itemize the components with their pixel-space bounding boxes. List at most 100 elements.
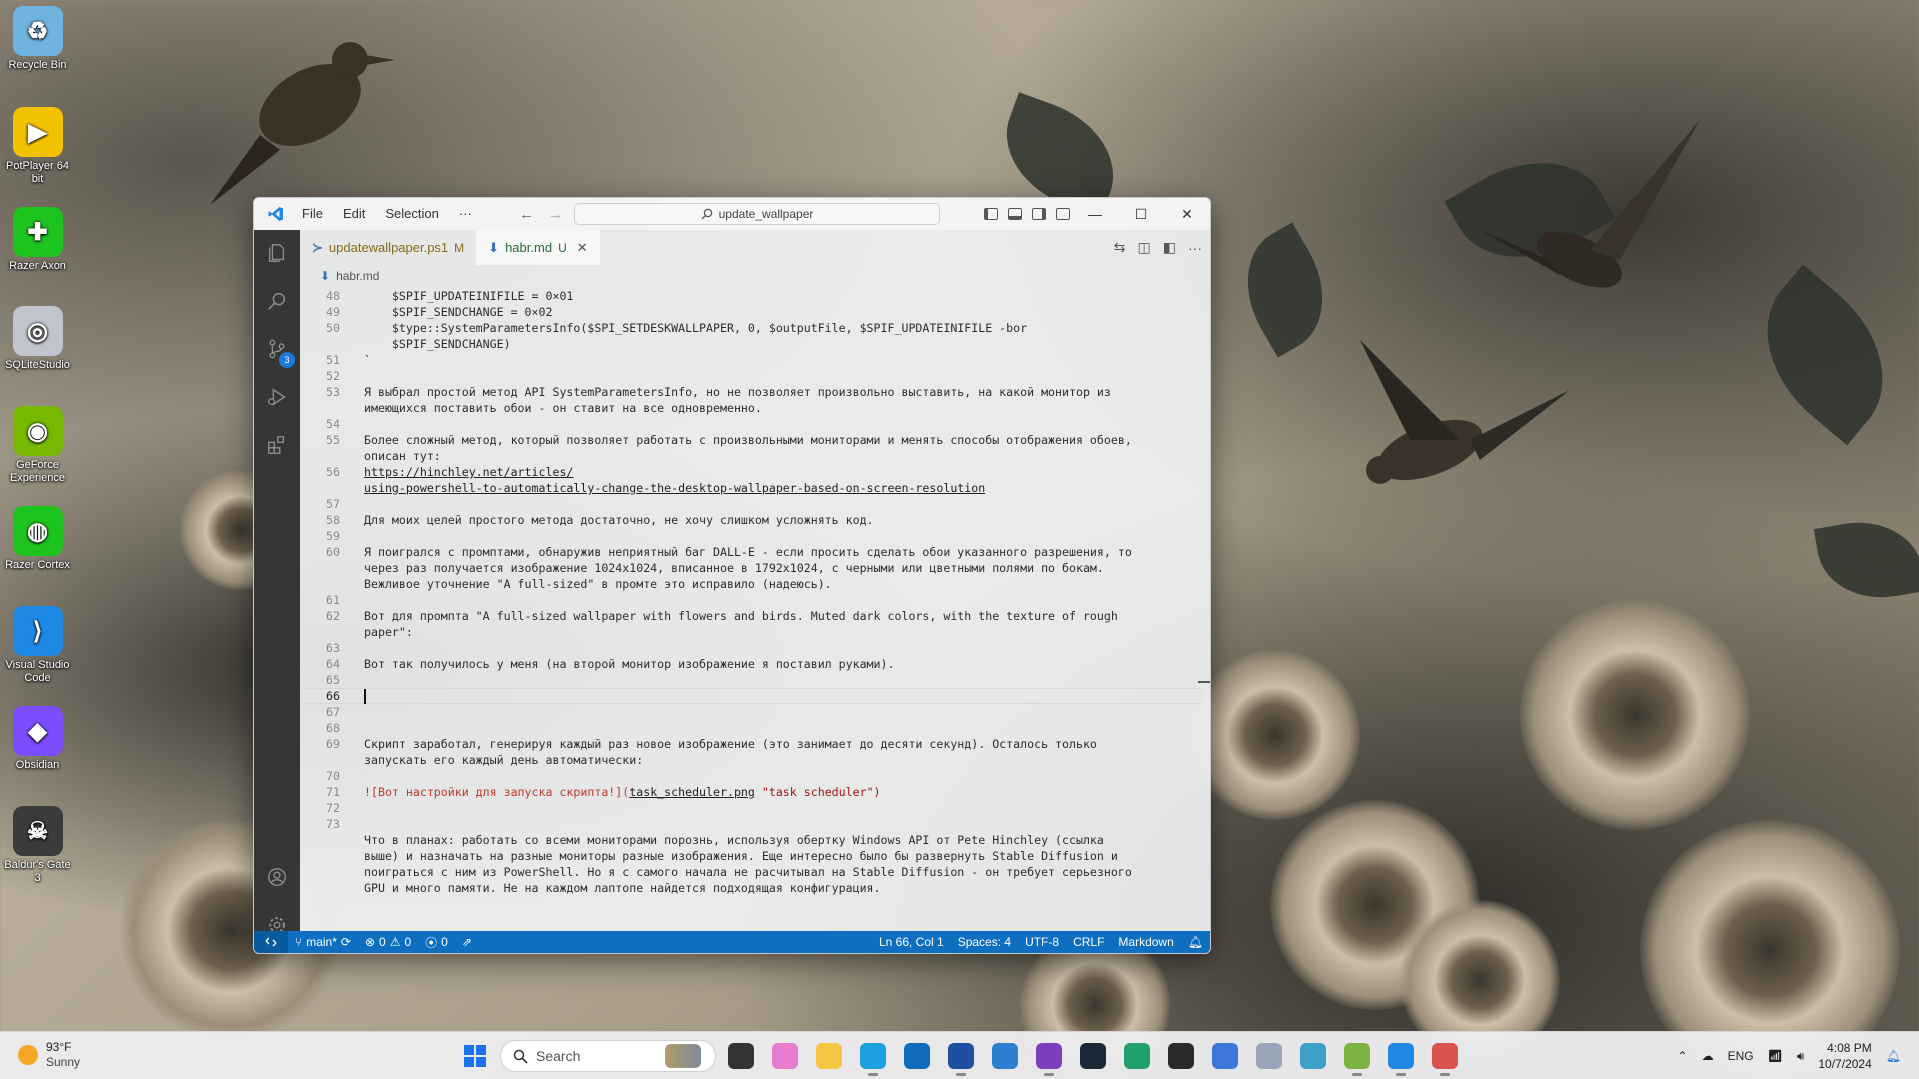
- line-number: 66: [326, 689, 340, 703]
- tab-updatewallpaper[interactable]: ≻ updatewallpaper.ps1 M: [300, 230, 476, 265]
- language-indicator[interactable]: ENG: [1728, 1049, 1754, 1063]
- menu-selection[interactable]: Selection: [375, 198, 448, 230]
- taskbar-search[interactable]: Search: [500, 1040, 716, 1072]
- breadcrumb-file[interactable]: habr.md: [336, 269, 379, 283]
- weather-widget[interactable]: 93°F Sunny: [18, 1040, 80, 1070]
- code-editor[interactable]: 48 49 50 51 52 53 54 55 56 57 58 59 60 61 62 63 64 65 66 67…: [300, 287, 1210, 931]
- explorer-icon[interactable]: [254, 230, 300, 276]
- steam-icon[interactable]: [1080, 1043, 1106, 1069]
- toggle-panel-icon[interactable]: [1008, 208, 1022, 220]
- line-number: 54: [326, 417, 340, 431]
- desktop-icon[interactable]: ◎ SQLiteStudio: [0, 306, 75, 372]
- save-app-icon[interactable]: [948, 1043, 974, 1076]
- notification-bell-icon[interactable]: 🔔︎: [1886, 1049, 1901, 1063]
- start-button-icon[interactable]: [464, 1045, 486, 1067]
- tab-habr-md[interactable]: ⬇ habr.md U ✕: [476, 230, 600, 265]
- desktop-icon[interactable]: ◆ Obsidian: [0, 706, 75, 772]
- close-icon[interactable]: ✕: [1164, 198, 1210, 230]
- search-highlight-icon: [665, 1044, 701, 1068]
- code-line: Вот так получилось у меня (на второй мон…: [364, 657, 895, 671]
- remote-indicator-icon[interactable]: [254, 931, 288, 953]
- open-changes-icon[interactable]: ⇆: [1114, 239, 1126, 256]
- volume-icon[interactable]: 🔊︎: [1797, 1049, 1805, 1064]
- indentation[interactable]: Spaces: 4: [951, 935, 1018, 949]
- maximize-icon[interactable]: ☐: [1118, 198, 1164, 230]
- sqlitestudio-taskbar-icon[interactable]: [1256, 1043, 1282, 1069]
- desktop-icon[interactable]: ▶ PotPlayer 64 bit: [0, 107, 75, 186]
- live-share-icon[interactable]: ⇗: [455, 935, 479, 949]
- search-view-icon[interactable]: [254, 278, 300, 324]
- extensions-icon[interactable]: [254, 422, 300, 468]
- line-number: 73: [326, 817, 340, 831]
- accounts-icon[interactable]: [254, 854, 300, 900]
- cursor-position[interactable]: Ln 66, Col 1: [872, 935, 951, 949]
- forward-arrow-icon[interactable]: →: [548, 206, 563, 223]
- code-link[interactable]: https://hinchley.net/articles/: [364, 465, 573, 479]
- line-number: 63: [326, 641, 340, 655]
- minimize-icon[interactable]: —: [1072, 198, 1118, 230]
- clock[interactable]: 4:08 PM 10/7/2024: [1818, 1040, 1871, 1072]
- run-debug-icon[interactable]: [254, 374, 300, 420]
- tray-overflow-icon[interactable]: ⌃: [1678, 1049, 1688, 1063]
- desktop-icon-label: Razer Cortex: [5, 559, 70, 571]
- desktop-icon[interactable]: ♻ Recycle Bin: [0, 6, 75, 72]
- end-of-line[interactable]: CRLF: [1066, 935, 1111, 949]
- file-explorer-icon[interactable]: [816, 1043, 842, 1069]
- recycle-bin-icon: ♻: [12, 6, 63, 56]
- snipping-tool-icon[interactable]: [1432, 1043, 1458, 1076]
- vscode-taskbar-icon[interactable]: [1388, 1043, 1414, 1076]
- branch-indicator[interactable]: ⑂ main* ⟳: [288, 935, 358, 949]
- code-line: имеющихся поставить обои - он ставит на …: [364, 401, 762, 415]
- image-link[interactable]: task_scheduler.png: [629, 785, 755, 799]
- menu-edit[interactable]: Edit: [333, 198, 375, 230]
- back-arrow-icon[interactable]: ←: [519, 206, 534, 223]
- potplayer-icon: ▶: [12, 107, 63, 157]
- edge-icon[interactable]: [860, 1043, 886, 1076]
- notepadpp-icon[interactable]: [1344, 1043, 1370, 1076]
- vscode-window: File Edit Selection ··· ← → update_wallp…: [253, 197, 1211, 954]
- code-link[interactable]: using-powershell-to-automatically-change…: [364, 481, 985, 495]
- wifi-icon[interactable]: 📶︎: [1768, 1049, 1783, 1063]
- toggle-sidebar-icon[interactable]: [984, 208, 998, 220]
- code-line: GPU и много памяти. Не на каждом лаптопе…: [364, 881, 881, 895]
- desktop-icon[interactable]: ⟩ Visual Studio Code: [0, 606, 75, 685]
- split-editor-icon[interactable]: ◧: [1163, 239, 1176, 256]
- sync-icon: ⟳: [340, 935, 351, 949]
- encoding[interactable]: UTF-8: [1018, 935, 1066, 949]
- outlook-icon[interactable]: [904, 1043, 930, 1069]
- menu-file[interactable]: File: [292, 198, 333, 230]
- copilot-icon[interactable]: [772, 1043, 798, 1069]
- desktop-icon[interactable]: ◍ Razer Cortex: [0, 506, 75, 572]
- more-actions-icon[interactable]: ···: [1188, 240, 1202, 256]
- line-number: 50: [326, 321, 340, 335]
- terminal-icon[interactable]: [1168, 1043, 1194, 1069]
- app-k-icon[interactable]: [1300, 1043, 1326, 1069]
- problems-indicator[interactable]: ⊗ 0 ⚠ 0: [358, 935, 418, 949]
- desktop-icon[interactable]: ◉ GeForce Experience: [0, 406, 75, 485]
- menu-more[interactable]: ···: [449, 198, 482, 230]
- onedrive-icon[interactable]: ☁: [1702, 1049, 1714, 1063]
- app-b-icon[interactable]: [992, 1043, 1018, 1069]
- scrollbar-marker[interactable]: [1198, 681, 1210, 683]
- customize-layout-icon[interactable]: [1056, 208, 1070, 220]
- desktop-icon-label: PotPlayer 64 bit: [6, 160, 69, 185]
- command-center[interactable]: update_wallpaper: [574, 203, 940, 225]
- code-line: Вот для промпта "A full-sized wallpaper …: [364, 609, 1118, 623]
- language-mode[interactable]: Markdown: [1111, 935, 1180, 949]
- desktop-icon[interactable]: ☠ Baldur's Gate 3: [0, 806, 75, 885]
- visual-studio-icon[interactable]: [1036, 1043, 1062, 1076]
- line-number: 69: [326, 737, 340, 751]
- tab-close-icon[interactable]: ✕: [577, 240, 588, 256]
- qbittorrent-icon[interactable]: [1212, 1043, 1238, 1069]
- system-tray: ⌃ ☁ ENG 📶︎ 🔊︎ 4:08 PM 10/7/2024 🔔︎: [1678, 1032, 1902, 1079]
- desktop-icon-label: Recycle Bin: [8, 59, 67, 71]
- ports-indicator[interactable]: ⦿ 0: [418, 934, 455, 951]
- open-preview-icon[interactable]: ◫: [1138, 239, 1151, 256]
- source-control-icon[interactable]: 3: [254, 326, 300, 372]
- app-grid-icon[interactable]: [1124, 1043, 1150, 1069]
- task-view-icon[interactable]: [728, 1043, 754, 1069]
- notifications-bell-icon[interactable]: 🔔︎: [1181, 935, 1210, 949]
- desktop-icon[interactable]: ✚ Razer Axon: [0, 207, 75, 273]
- razer-axon-icon: ✚: [12, 207, 63, 257]
- toggle-secondary-sidebar-icon[interactable]: [1032, 208, 1046, 220]
